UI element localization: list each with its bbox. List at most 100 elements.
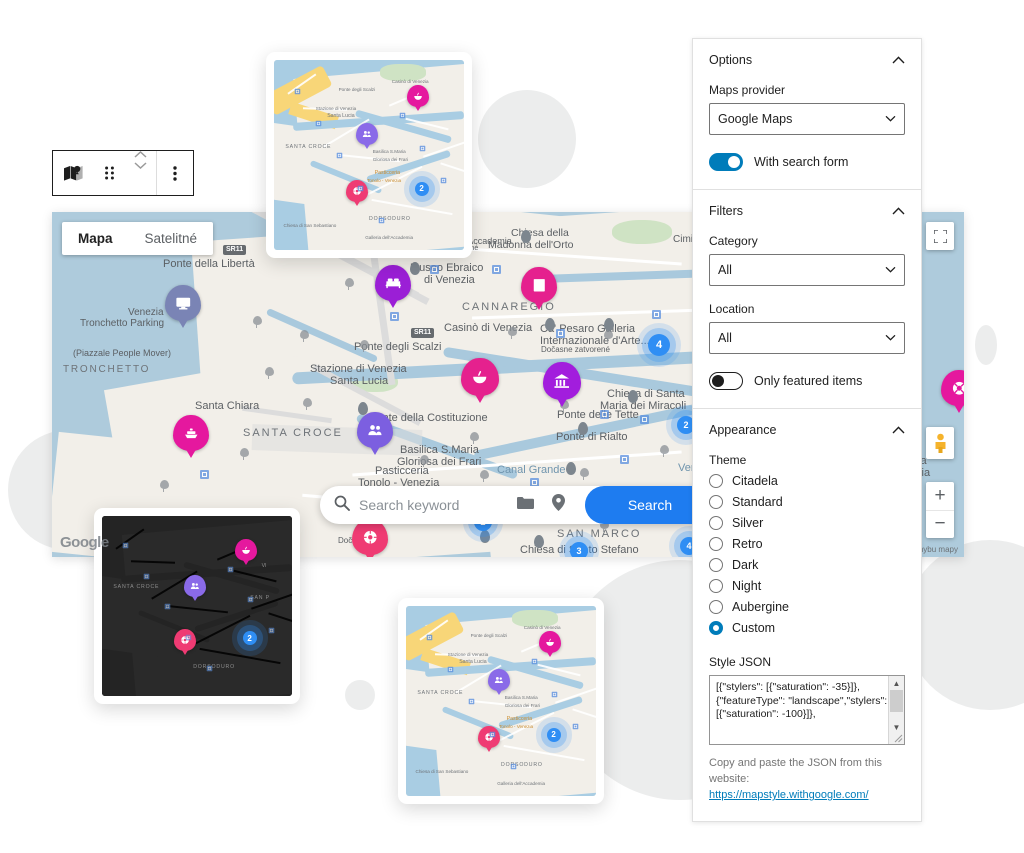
section-options-header[interactable]: Options [709, 53, 905, 67]
location-select[interactable]: All [709, 322, 905, 354]
thumb-cluster[interactable]: 2 [243, 631, 257, 645]
map-thumb-dark[interactable]: SANTA CROCE SAN P VI DORSODURO 2 [102, 516, 292, 696]
zoom-out-button[interactable]: − [926, 511, 954, 539]
thumb-poi[interactable] [269, 628, 275, 634]
thumb-poi[interactable] [469, 699, 475, 705]
map-thumb-top[interactable]: SANTA CROCE DORSODURO Casinò di Venezia Pon… [274, 60, 464, 250]
thumb-poi[interactable] [573, 724, 579, 730]
with-search-form-toggle[interactable] [709, 153, 743, 171]
theme-radio-custom[interactable]: Custom [709, 621, 905, 635]
thumb-poi[interactable] [441, 178, 447, 184]
thumb-poi[interactable] [489, 731, 495, 737]
thumb-marker[interactable] [488, 669, 510, 698]
map-marker[interactable] [165, 285, 201, 331]
drag-handle-button[interactable] [94, 151, 125, 195]
map-marker[interactable] [357, 412, 393, 458]
theme-radio-retro[interactable]: Retro [709, 537, 905, 551]
style-json-textarea[interactable]: [{"stylers": [{"saturation": -35}]}, {"f… [709, 675, 905, 745]
thumb-poi[interactable] [337, 153, 343, 159]
street-view-pegman-button[interactable] [926, 427, 954, 459]
theme-radio-dark[interactable]: Dark [709, 558, 905, 572]
scrollbar-thumb[interactable] [890, 690, 903, 712]
scroll-down-arrow[interactable]: ▼ [889, 720, 904, 734]
thumb-poi[interactable] [448, 667, 454, 673]
theme-radio-group[interactable]: Citadela Standard Silver Retro Dark Night Aube… [709, 474, 905, 635]
thumb-poi[interactable] [552, 691, 558, 697]
theme-radio-night[interactable]: Night [709, 579, 905, 593]
theme-radio-silver[interactable]: Silver [709, 516, 905, 530]
map-poi-icon[interactable] [265, 367, 274, 376]
map-cluster-marker[interactable]: 3 [570, 542, 588, 557]
scroll-up-arrow[interactable]: ▲ [889, 676, 904, 690]
map-cluster-marker[interactable]: 4 [648, 334, 670, 356]
thumb-cluster[interactable]: 2 [415, 182, 429, 196]
map-poi-icon[interactable] [480, 470, 489, 479]
map-poi-icon[interactable] [470, 432, 479, 441]
thumb-marker[interactable] [184, 575, 206, 604]
map-poi-pin[interactable] [480, 530, 490, 543]
thumb-marker[interactable] [346, 180, 368, 209]
chevron-up-icon[interactable] [892, 56, 905, 64]
map-poi-icon[interactable] [580, 468, 589, 477]
map-poi-pin[interactable] [604, 318, 614, 331]
map-poi-pin[interactable] [628, 390, 638, 403]
block-settings-panel[interactable]: Options Maps provider Google Maps With s… [692, 38, 922, 822]
map-thumb-bottom-card[interactable]: SANTA CROCE DORSODURO Casinò di Venezia Pon… [398, 598, 604, 804]
chevron-up-icon[interactable] [892, 207, 905, 215]
thumb-poi[interactable] [399, 113, 405, 119]
map-poi-icon[interactable] [556, 329, 565, 338]
thumb-poi[interactable] [295, 88, 301, 94]
with-search-form-row[interactable]: With search form [709, 153, 905, 171]
map-tab-mapa[interactable]: Mapa [62, 222, 129, 255]
map-poi-icon[interactable] [300, 330, 309, 339]
map-poi-pin[interactable] [521, 230, 531, 243]
radio-indicator[interactable] [709, 516, 723, 530]
radio-indicator[interactable] [709, 537, 723, 551]
map-poi-pin[interactable] [545, 318, 555, 331]
thumb-poi[interactable] [316, 121, 322, 127]
map-poi-icon[interactable] [604, 330, 613, 339]
thumb-marker[interactable] [407, 85, 429, 114]
style-json-value[interactable]: [{"stylers": [{"saturation": -35}]}, {"f… [710, 676, 900, 727]
map-poi-icon[interactable] [660, 445, 669, 454]
map-poi-pin[interactable] [578, 422, 588, 435]
radio-indicator[interactable] [709, 621, 723, 635]
theme-radio-standard[interactable]: Standard [709, 495, 905, 509]
radio-indicator[interactable] [709, 579, 723, 593]
radio-indicator[interactable] [709, 474, 723, 488]
map-poi-icon[interactable] [600, 410, 609, 419]
thumb-poi[interactable] [248, 597, 254, 603]
map-type-toggle[interactable]: Mapa Satelitné [62, 222, 213, 255]
map-marker[interactable] [375, 265, 411, 311]
theme-radio-citadela[interactable]: Citadela [709, 474, 905, 488]
map-poi-icon[interactable] [160, 480, 169, 489]
folder-icon[interactable] [517, 496, 534, 515]
thumb-poi[interactable] [227, 566, 233, 572]
thumb-poi[interactable] [165, 604, 171, 610]
thumb-marker[interactable] [539, 631, 561, 660]
thumb-poi[interactable] [357, 185, 363, 191]
map-poi-icon[interactable] [345, 278, 354, 287]
only-featured-toggle[interactable] [709, 372, 743, 390]
thumb-cluster[interactable]: 2 [547, 728, 561, 742]
thumb-poi[interactable] [420, 145, 426, 151]
thumb-poi[interactable] [144, 574, 150, 580]
thumb-poi[interactable] [123, 543, 129, 549]
move-up-down-buttons[interactable] [125, 151, 156, 195]
resize-grip-icon[interactable] [894, 734, 903, 743]
map-poi-icon[interactable] [420, 455, 429, 464]
thumb-poi[interactable] [185, 635, 191, 641]
map-poi-icon[interactable] [640, 415, 649, 424]
theme-radio-aubergine[interactable]: Aubergine [709, 600, 905, 614]
map-poi-pin[interactable] [534, 535, 544, 548]
chevron-up-icon[interactable] [892, 426, 905, 434]
thumb-poi[interactable] [531, 659, 537, 665]
map-marker[interactable] [543, 362, 581, 410]
fullscreen-button[interactable] [926, 222, 954, 250]
thumb-poi[interactable] [206, 665, 212, 671]
map-block-icon-button[interactable] [53, 151, 94, 195]
map-marker[interactable] [941, 370, 964, 416]
map-search-form[interactable]: Search keyword Search [320, 486, 715, 524]
mapstyle-link[interactable]: https://mapstyle.withgoogle.com/ [709, 789, 869, 801]
map-thumb-dark-card[interactable]: SANTA CROCE SAN P VI DORSODURO 2 [94, 508, 300, 704]
